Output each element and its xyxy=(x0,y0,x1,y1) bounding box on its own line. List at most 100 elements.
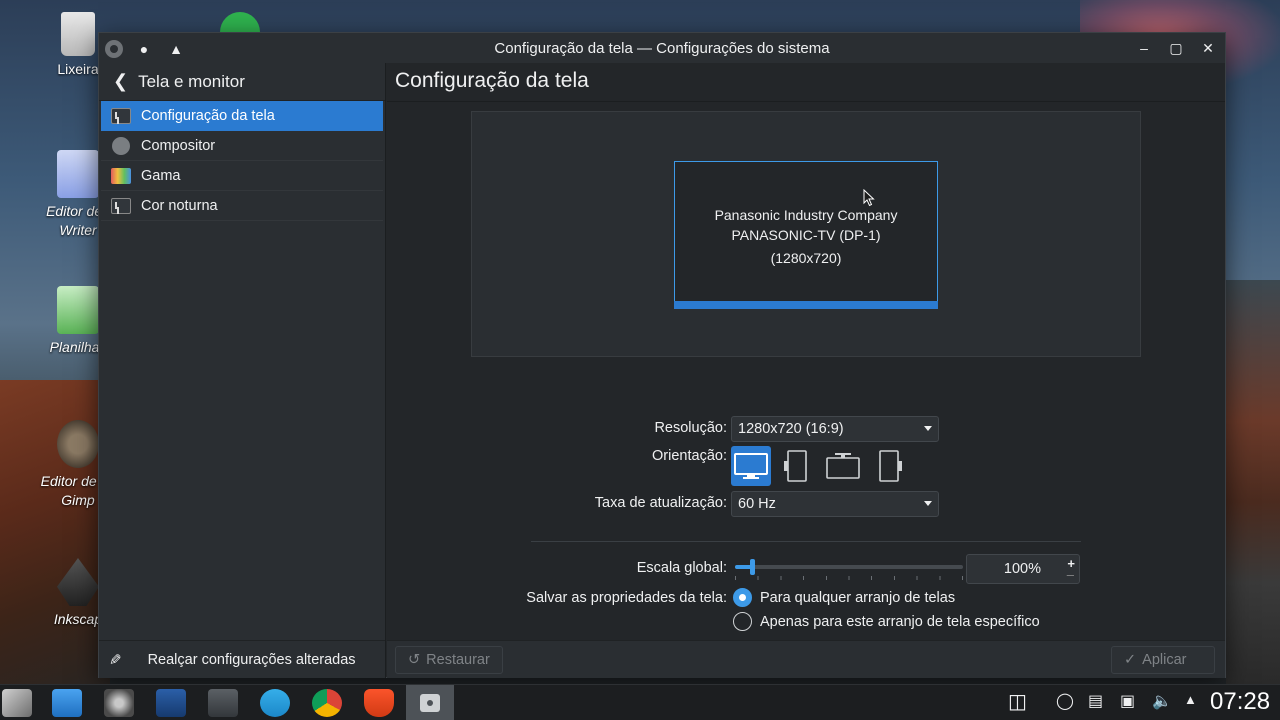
sidebar-item-gamma[interactable]: Gama xyxy=(101,161,383,191)
desktop-pager-icon[interactable]: ◫ xyxy=(1008,689,1027,714)
orientation-upside-down-button[interactable] xyxy=(823,446,863,486)
clipboard-icon[interactable]: ▤ xyxy=(1088,691,1103,711)
trash-icon xyxy=(61,12,95,56)
chrome-icon[interactable] xyxy=(312,689,342,717)
save-specific-arrangement-radio[interactable]: Apenas para este arranjo de tela específ… xyxy=(733,612,1040,631)
maximize-button[interactable]: ▢ xyxy=(1165,37,1187,59)
radio-checked-icon xyxy=(733,588,752,607)
sidebar-item-display-config[interactable]: Configuração da tela xyxy=(101,101,383,131)
global-scale-label: Escala global: xyxy=(636,560,727,576)
night-color-icon xyxy=(111,197,131,214)
save-properties-label: Salvar as propriedades da tela: xyxy=(526,590,727,606)
global-scale-value: 100% xyxy=(1003,561,1041,577)
screen-icon xyxy=(111,107,131,124)
orientation-portrait-right-button[interactable] xyxy=(869,446,909,486)
resolution-dropdown[interactable]: 1280x720 (16:9) xyxy=(731,416,939,442)
telegram-icon[interactable] xyxy=(260,689,290,717)
app-launcher-icon[interactable] xyxy=(2,689,32,717)
chevron-down-icon xyxy=(924,426,932,431)
sidebar: ❮ Tela e monitor Configuração da tela Co… xyxy=(99,63,386,678)
divider xyxy=(531,541,1081,542)
monitor-model: PANASONIC-TV (DP-1) xyxy=(731,227,881,243)
main-panel: Configuração da tela Panasonic Industry … xyxy=(387,63,1225,678)
undo-icon: ↺ xyxy=(408,652,421,668)
monitor-primary-bar xyxy=(674,301,938,309)
system-settings-window: ● ▲ Configuração da tela — Configurações… xyxy=(98,32,1226,678)
close-button[interactable]: ✕ xyxy=(1197,37,1219,59)
app-gear-icon[interactable] xyxy=(105,40,123,58)
refresh-rate-value: 60 Hz xyxy=(738,496,776,512)
orientation-buttons xyxy=(731,446,909,486)
file-manager-icon[interactable] xyxy=(52,689,82,717)
sidebar-item-label: Gama xyxy=(141,167,181,184)
sidebar-item-label: Compositor xyxy=(141,137,216,154)
check-icon: ✓ xyxy=(1124,652,1137,668)
minimize-button[interactable]: – xyxy=(1133,37,1155,59)
keep-above-icon[interactable]: ▲ xyxy=(165,38,187,60)
monitor-flipped-icon xyxy=(826,453,860,479)
chevron-left-icon: ❮ xyxy=(113,71,129,91)
sidebar-header-label: Tela e monitor xyxy=(138,71,245,91)
global-scale-spinbox[interactable]: 100% + – xyxy=(966,554,1080,584)
monitor-rotate-left-icon xyxy=(784,450,807,482)
spreadsheet-icon xyxy=(57,286,99,334)
orientation-portrait-left-button[interactable] xyxy=(777,446,817,486)
page-title: Configuração da tela xyxy=(395,69,589,92)
refresh-rate-dropdown[interactable]: 60 Hz xyxy=(731,491,939,517)
system-tools-icon[interactable] xyxy=(104,689,134,717)
restore-button[interactable]: ↺ Restaurar xyxy=(395,646,503,674)
orientation-landscape-button[interactable] xyxy=(731,446,771,486)
slider-track xyxy=(735,565,963,569)
gamma-icon xyxy=(111,167,131,184)
taskbar: ◫ ◯ ▤ ▣ 🔈 ▲ 07:28 xyxy=(0,684,1280,720)
radio-label: Apenas para este arranjo de tela específ… xyxy=(760,613,1040,630)
pencil-icon: ✎ xyxy=(109,651,122,669)
radio-label: Para qualquer arranjo de telas xyxy=(760,589,956,606)
slider-ticks xyxy=(735,576,963,580)
tray-expand-icon[interactable]: ▲ xyxy=(1184,692,1197,707)
monitor-resolution: (1280x720) xyxy=(770,250,842,266)
apply-button[interactable]: ✓ Aplicar xyxy=(1111,646,1215,674)
sidebar-back-button[interactable]: ❮ Tela e monitor xyxy=(99,63,385,101)
resolution-value: 1280x720 (16:9) xyxy=(738,421,844,437)
compositor-icon xyxy=(112,136,130,155)
action-bar: ↺ Restaurar ✓ Aplicar xyxy=(387,640,1225,678)
check-circle-icon[interactable]: ◯ xyxy=(1056,691,1074,711)
orientation-label: Orientação: xyxy=(652,448,727,464)
sidebar-item-night-color[interactable]: Cor noturna xyxy=(101,191,383,221)
apply-label: Aplicar xyxy=(1142,652,1187,668)
volume-icon[interactable]: 🔈 xyxy=(1152,691,1172,711)
sidebar-item-compositor[interactable]: Compositor xyxy=(101,131,383,161)
store-icon[interactable] xyxy=(156,689,186,717)
monitor-rotate-right-icon xyxy=(879,450,902,482)
refresh-rate-label: Taxa de atualização: xyxy=(594,495,727,511)
monitor-vendor: Panasonic Industry Company xyxy=(714,207,898,223)
monitor-landscape-icon xyxy=(734,453,768,479)
highlight-changed-label: Realçar configurações alteradas xyxy=(147,651,356,668)
radio-unchecked-icon xyxy=(733,612,752,631)
slider-handle[interactable] xyxy=(750,559,755,575)
save-any-arrangement-radio[interactable]: Para qualquer arranjo de telas xyxy=(733,588,955,607)
sidebar-item-label: Configuração da tela xyxy=(141,107,275,124)
window-titlebar[interactable]: ● ▲ Configuração da tela — Configurações… xyxy=(99,33,1225,63)
writer-icon xyxy=(57,150,99,198)
network-icon[interactable]: ▣ xyxy=(1120,691,1135,711)
resolution-label: Resolução: xyxy=(654,420,727,436)
decrement-icon[interactable]: – xyxy=(1067,567,1074,582)
monitor-tile[interactable]: Panasonic Industry Company PANASONIC-TV … xyxy=(674,161,938,309)
terminal-icon[interactable] xyxy=(208,689,238,717)
gimp-icon xyxy=(57,420,99,468)
keep-on-all-desktops-icon[interactable]: ● xyxy=(133,38,155,60)
global-scale-slider[interactable] xyxy=(735,556,963,586)
taskbar-clock[interactable]: 07:28 xyxy=(1210,688,1270,716)
sidebar-item-label: Cor noturna xyxy=(141,197,218,214)
divider xyxy=(387,101,1225,102)
window-title: Configuração da tela — Configurações do … xyxy=(494,39,830,57)
inkscape-icon xyxy=(57,558,99,606)
taskbar-item-settings[interactable] xyxy=(406,685,454,720)
brave-icon[interactable] xyxy=(364,689,394,717)
restore-label: Restaurar xyxy=(426,652,490,668)
highlight-changed-settings-button[interactable]: ✎ Realçar configurações alteradas xyxy=(99,640,385,678)
chevron-down-icon xyxy=(924,501,932,506)
screen-layout-preview: Panasonic Industry Company PANASONIC-TV … xyxy=(471,111,1141,357)
